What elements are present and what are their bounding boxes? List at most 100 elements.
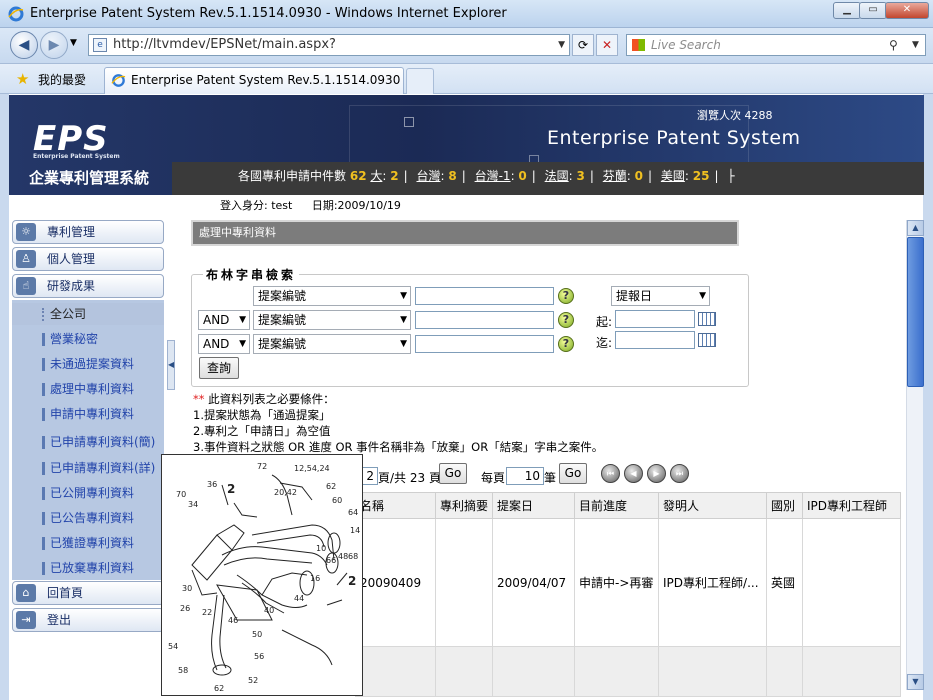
operator-select-2[interactable]: AND ▼	[198, 310, 250, 330]
search-text-3[interactable]	[415, 335, 554, 353]
go-page-button[interactable]: Go	[439, 463, 467, 484]
close-window-button[interactable]: ✕	[885, 2, 929, 19]
search-text-2[interactable]	[415, 311, 554, 329]
prev-page-icon[interactable]: ◀	[624, 464, 643, 483]
tab-ie-icon	[111, 74, 126, 87]
address-dropdown-icon[interactable]: ▼	[558, 35, 565, 55]
field-select-2[interactable]: 提案編號 ▼	[253, 310, 411, 330]
go-per-page-button[interactable]: Go	[559, 463, 587, 484]
favorites-star-icon[interactable]: ★	[16, 70, 29, 88]
next-page-icon[interactable]: ▶	[647, 464, 666, 483]
drawing-label: 56	[254, 652, 264, 661]
maximize-button[interactable]: ▭	[859, 2, 887, 19]
col-progress[interactable]: 目前進度	[574, 492, 660, 519]
stat-item[interactable]: 芬蘭: 0	[603, 169, 643, 183]
sub-item-published[interactable]: 已公開專利資料	[12, 482, 164, 504]
sub-item-trade-secret[interactable]: 營業秘密	[12, 328, 164, 350]
sub-item-rejected-proposals[interactable]: 未通過提案資料	[12, 353, 164, 375]
page-icon: e	[93, 38, 107, 52]
stat-item[interactable]: 美國: 25	[661, 169, 710, 183]
search-text-1[interactable]	[415, 287, 554, 305]
stat-item[interactable]: 法國: 3	[545, 169, 585, 183]
col-ipd-engineer[interactable]: IPD專利工程師	[802, 492, 901, 519]
help-icon[interactable]: ?	[558, 288, 574, 304]
menu-patent-management[interactable]: ☼ 專利管理	[12, 220, 164, 244]
calendar-icon[interactable]	[698, 333, 716, 347]
stat-item[interactable]: 大: 2	[370, 169, 398, 183]
table-row[interactable]: 20090409 2009/04/07 申請中->再審 IPD專利工程師/...…	[355, 518, 901, 647]
sub-item-all-company[interactable]: 全公司	[12, 303, 164, 325]
drawing-label: 20,42	[274, 488, 297, 497]
rd-results-submenu: 全公司 營業秘密 未通過提案資料 處理中專利資料 申請中專利資料 已申請專利資料…	[12, 300, 164, 580]
col-country[interactable]: 國別	[766, 492, 804, 519]
page-total: 頁/共 23 頁	[378, 471, 441, 485]
window-title: Enterprise Patent System Rev.5.1.1514.09…	[30, 6, 507, 21]
field-select-3[interactable]: 提案編號 ▼	[253, 334, 411, 354]
date-type-select[interactable]: 提報日 ▼	[611, 286, 710, 306]
history-dropdown-icon[interactable]: ▼	[70, 38, 77, 48]
calendar-icon[interactable]	[698, 312, 716, 326]
drawing-label: 30	[182, 584, 192, 593]
refresh-icon[interactable]: ⟳	[572, 34, 594, 56]
sub-item-granted[interactable]: 已獲證專利資料	[12, 532, 164, 554]
operator-select-3[interactable]: AND ▼	[198, 334, 250, 354]
browser-tab[interactable]: Enterprise Patent System Rev.5.1.1514.09…	[104, 67, 404, 94]
drawing-label: 22	[202, 608, 212, 617]
col-abstract[interactable]: 專利摘要	[434, 492, 494, 519]
query-button[interactable]: 查詢	[199, 357, 239, 379]
drawing-label: 54	[168, 642, 178, 651]
per-page-input[interactable]: 10	[506, 467, 544, 485]
help-icon[interactable]: ?	[558, 312, 574, 328]
menu-label: 回首頁	[47, 586, 84, 600]
section-title: 處理中專利資料	[191, 220, 739, 246]
date-to-input[interactable]	[615, 331, 695, 349]
scroll-down-icon[interactable]: ▼	[907, 674, 924, 690]
menu-personal-management[interactable]: ♙ 個人管理	[12, 247, 164, 271]
drawing-label: 44	[294, 594, 304, 603]
col-name[interactable]: 名稱	[355, 492, 436, 519]
field-select-1[interactable]: 提案編號 ▼	[253, 286, 411, 306]
sidebar-collapse-handle[interactable]: ◀	[167, 340, 175, 390]
favorites-label[interactable]: 我的最愛	[38, 71, 86, 88]
sub-item-applied-detail[interactable]: 已申請專利資料(詳)	[12, 457, 164, 479]
eps-logo-subtitle: Enterprise Patent System	[33, 153, 120, 160]
page-number-input[interactable]: 2	[362, 467, 378, 485]
stat-item[interactable]: 台灣: 8	[416, 169, 456, 183]
sub-item-applying-patents[interactable]: 申請中專利資料	[12, 403, 164, 425]
menu-home[interactable]: ⌂ 回首頁	[12, 581, 164, 605]
minimize-button[interactable]: ▁	[833, 2, 861, 19]
scroll-thumb[interactable]	[907, 237, 924, 387]
drawing-label: 66	[326, 556, 336, 565]
vertical-scrollbar[interactable]: ▲ ▼	[906, 220, 924, 690]
drawing-label: 68	[348, 552, 358, 561]
sub-item-abandoned[interactable]: 已放棄專利資料	[12, 557, 164, 579]
magnifier-icon[interactable]: ⚲	[889, 35, 898, 55]
col-proposal-date[interactable]: 提案日	[492, 492, 576, 519]
col-inventor[interactable]: 發明人	[658, 492, 768, 519]
address-field[interactable]: e http://ltvmdev/EPSNet/main.aspx? ▼	[88, 34, 570, 56]
scroll-up-icon[interactable]: ▲	[907, 220, 924, 236]
drawing-label: 48	[338, 552, 348, 561]
menu-logout[interactable]: ⇥ 登出	[12, 608, 164, 632]
help-icon[interactable]: ?	[558, 336, 574, 352]
sub-item-processing-patents[interactable]: 處理中專利資料	[12, 378, 164, 400]
sub-item-announced[interactable]: 已公告專利資料	[12, 507, 164, 529]
drawing-label: 10	[316, 544, 326, 553]
date-from-input[interactable]	[615, 310, 695, 328]
live-search-input[interactable]: Live Search ⚲ ▼	[626, 34, 926, 56]
first-page-icon[interactable]: ⏮	[601, 464, 620, 483]
sub-item-applied-brief[interactable]: 已申請專利資料(簡)	[12, 431, 164, 453]
menu-rd-results[interactable]: ☝ 研發成果	[12, 274, 164, 298]
results-table: 名稱 專利摘要 提案日 目前進度 發明人 國別 IPD專利工程師 2009040…	[355, 492, 901, 697]
drawing-label: 2	[348, 574, 356, 588]
last-page-icon[interactable]: ⏭	[670, 464, 689, 483]
stop-icon[interactable]: ✕	[596, 34, 618, 56]
stat-item[interactable]: 台灣-1: 0	[475, 169, 527, 183]
back-button[interactable]: ◀	[10, 31, 38, 59]
cell-name[interactable]: 20090409	[355, 518, 436, 647]
drawing-label: 36	[207, 480, 217, 489]
live-search-placeholder: Live Search	[651, 38, 721, 52]
new-tab-button[interactable]	[406, 68, 434, 94]
forward-button[interactable]: ▶	[40, 31, 68, 59]
search-options-icon[interactable]: ▼	[912, 35, 919, 55]
